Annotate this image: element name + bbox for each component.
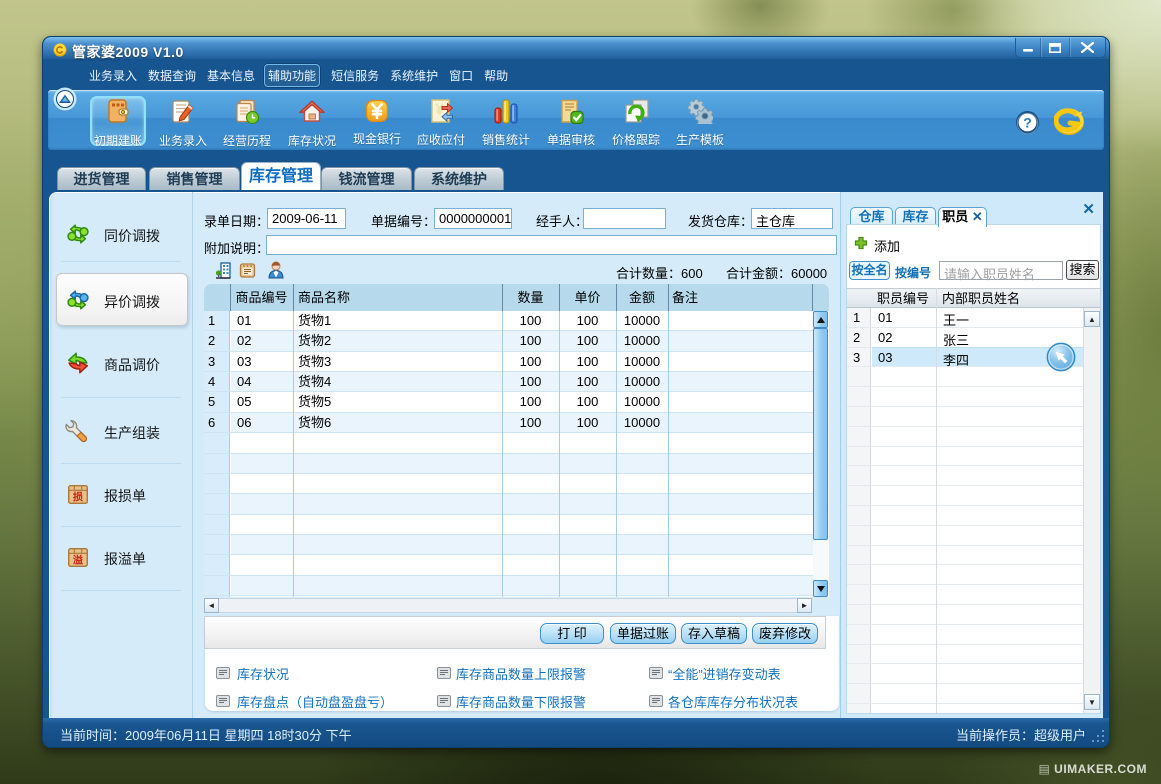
svg-text:?: ?: [1023, 115, 1032, 131]
svg-text:溢: 溢: [73, 554, 84, 567]
svg-text:损: 损: [73, 491, 84, 504]
